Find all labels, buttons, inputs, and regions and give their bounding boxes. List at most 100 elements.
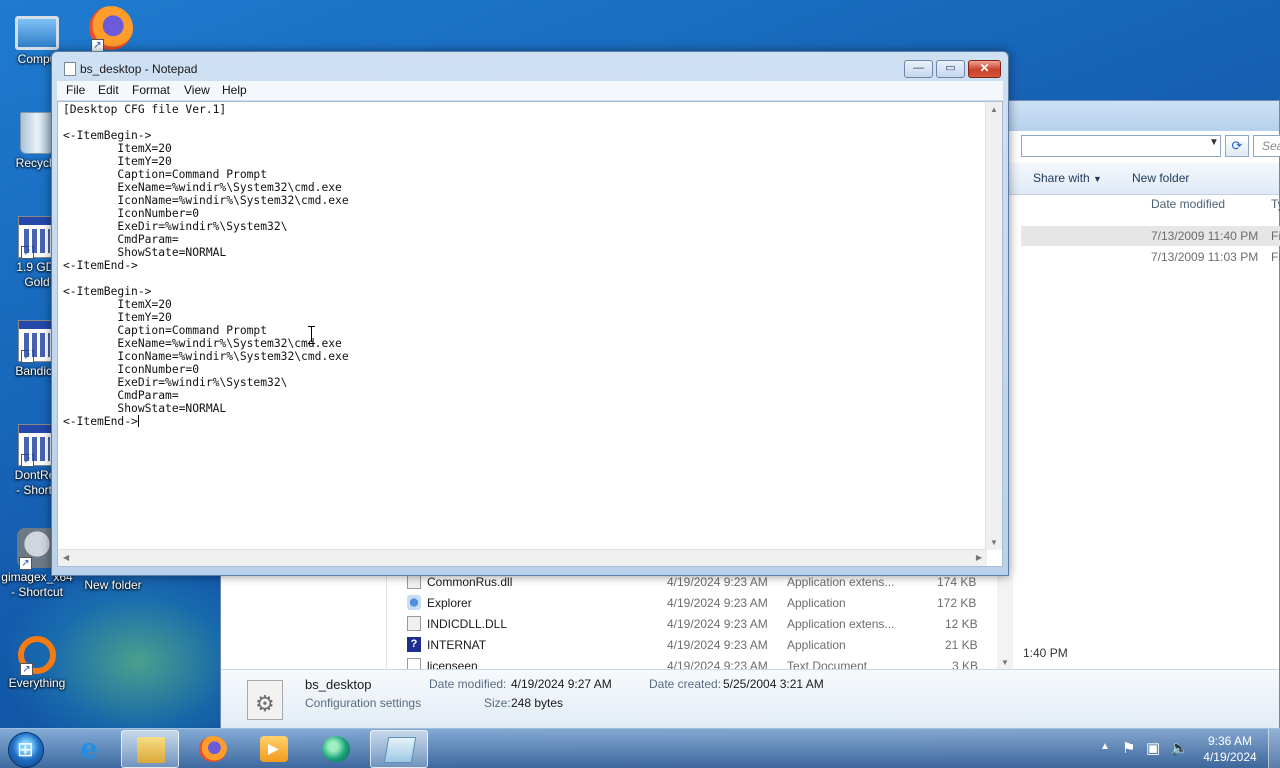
notepad-icon bbox=[64, 62, 76, 76]
taskbar-windows-explorer[interactable] bbox=[121, 730, 179, 768]
search-input[interactable]: Sea bbox=[1253, 135, 1280, 157]
firefox-icon: ↗ bbox=[89, 6, 133, 52]
taskbar-firefox[interactable] bbox=[184, 730, 242, 768]
text-editor[interactable]: [Desktop CFG file Ver.1] <-ItemBegin-> I… bbox=[57, 101, 1003, 567]
scroll-down-icon[interactable]: ▼ bbox=[1001, 658, 1009, 667]
taskbar-browser[interactable] bbox=[307, 730, 365, 768]
file-date: 7/13/2009 11:40 PM bbox=[1151, 229, 1259, 243]
start-button[interactable] bbox=[8, 732, 44, 768]
column-header-date-modified[interactable]: Date modified bbox=[1151, 197, 1225, 211]
globe-icon bbox=[322, 736, 350, 762]
show-hidden-icons-icon[interactable]: ▲ bbox=[1100, 741, 1110, 768]
file-row[interactable]: ? INTERNAT 4/19/2024 9:23 AM Application… bbox=[407, 635, 987, 655]
taskbar-media-player[interactable] bbox=[245, 730, 303, 768]
mouse-ibeam-cursor-icon bbox=[308, 326, 316, 344]
file-name: INDICDLL.DLL bbox=[427, 617, 508, 631]
scroll-right-icon[interactable]: ▶ bbox=[976, 553, 982, 562]
horizontal-scrollbar[interactable]: ◀ ▶ bbox=[58, 549, 987, 566]
details-modified-value: 4/19/2024 9:27 AM bbox=[511, 677, 612, 691]
shortcut-arrow-icon: ↗ bbox=[19, 557, 32, 570]
taskbar: e ▲ ⚑ ▣ 🔈 9:36 AM 4/19/2024 bbox=[0, 728, 1280, 768]
file-size: 172 KB bbox=[937, 596, 977, 610]
network-icon[interactable]: ▣ bbox=[1146, 739, 1160, 768]
close-button[interactable]: ✕ bbox=[968, 60, 1001, 78]
show-desktop-button[interactable] bbox=[1268, 729, 1280, 768]
text-caret bbox=[137, 415, 139, 427]
file-type: Text Document bbox=[787, 659, 868, 669]
file-type: Application extens... bbox=[787, 575, 895, 589]
file-row[interactable]: licenseen 4/19/2024 9:23 AM Text Documen… bbox=[407, 656, 987, 669]
dll-icon bbox=[407, 616, 421, 631]
address-bar[interactable] bbox=[1021, 135, 1221, 157]
desktop-icon-everything[interactable]: ↗ Everything bbox=[0, 632, 74, 691]
file-row[interactable]: INDICDLL.DLL 4/19/2024 9:23 AM Applicati… bbox=[407, 614, 987, 634]
menu-format[interactable]: Format bbox=[132, 83, 170, 97]
notepad-window[interactable]: bs_desktop - Notepad — ▭ ✕ File Edit For… bbox=[51, 51, 1009, 576]
computer-icon bbox=[15, 16, 59, 50]
system-clock[interactable]: 9:36 AM 4/19/2024 bbox=[1198, 733, 1262, 765]
file-type: Application bbox=[787, 638, 846, 652]
action-center-flag-icon[interactable]: ⚑ bbox=[1122, 739, 1135, 768]
minimize-button[interactable]: — bbox=[904, 60, 933, 78]
details-file-kind: Configuration settings bbox=[305, 696, 422, 710]
share-with-button[interactable]: Share with ▼ bbox=[1033, 171, 1102, 185]
chevron-down-icon: ▼ bbox=[1093, 174, 1102, 184]
text-file-icon bbox=[407, 658, 421, 669]
notepad-icon bbox=[383, 737, 417, 763]
refresh-icon[interactable]: ⟳ bbox=[1225, 135, 1249, 157]
file-row[interactable]: Explorer 4/19/2024 9:23 AM Application 1… bbox=[407, 593, 987, 613]
share-with-label: Share with bbox=[1033, 171, 1090, 185]
navigation-pane[interactable] bbox=[221, 575, 387, 669]
editor-content[interactable]: [Desktop CFG file Ver.1] <-ItemBegin-> I… bbox=[63, 103, 983, 551]
media-player-icon bbox=[260, 736, 288, 762]
shortcut-arrow-icon: ↗ bbox=[20, 663, 33, 676]
file-size: 174 KB bbox=[937, 575, 977, 589]
file-name: licenseen bbox=[427, 659, 478, 669]
file-name: CommonRus.dll bbox=[427, 575, 513, 589]
file-size: 21 KB bbox=[945, 638, 978, 652]
vertical-scrollbar[interactable]: ▲ ▼ bbox=[985, 102, 1002, 550]
dll-icon bbox=[407, 574, 421, 589]
file-date: 4/19/2024 9:23 AM bbox=[667, 638, 768, 652]
details-size-value: 248 bytes bbox=[511, 696, 564, 710]
recycle-bin-icon bbox=[20, 112, 54, 154]
shortcut-arrow-icon: ↗ bbox=[21, 454, 34, 467]
desktop-icon-firefox[interactable]: ↗ bbox=[74, 6, 148, 52]
firefox-icon bbox=[199, 736, 227, 762]
file-type: Application bbox=[787, 596, 846, 610]
scroll-down-icon[interactable]: ▼ bbox=[990, 538, 998, 547]
window-title: bs_desktop - Notepad bbox=[80, 62, 198, 76]
shortcut-arrow-icon: ↗ bbox=[21, 246, 34, 259]
everything-search-icon: ↗ bbox=[18, 636, 56, 676]
maximize-button[interactable]: ▭ bbox=[936, 60, 965, 78]
details-modified-label: Date modified: bbox=[429, 677, 507, 691]
shortcut-arrow-icon: ↗ bbox=[21, 350, 34, 363]
file-type: Fi bbox=[1271, 229, 1280, 243]
details-created-label: Date created: bbox=[649, 677, 722, 691]
volume-muted-icon[interactable]: 🔈 bbox=[1170, 739, 1189, 768]
column-header-type[interactable]: Ty bbox=[1271, 197, 1280, 211]
file-name: Explorer bbox=[427, 596, 472, 610]
desktop-icon-new-folder[interactable]: New folder bbox=[76, 578, 150, 593]
clock-date: 4/19/2024 bbox=[1203, 750, 1257, 764]
menu-help[interactable]: Help bbox=[222, 83, 247, 97]
file-list-scrollbar[interactable]: ▼ bbox=[997, 575, 1013, 669]
address-dropdown-icon[interactable]: ▼ bbox=[1209, 137, 1219, 148]
file-date: 4/19/2024 9:23 AM bbox=[667, 659, 768, 669]
taskbar-internet-explorer[interactable]: e bbox=[60, 730, 118, 768]
help-app-icon: ? bbox=[407, 637, 421, 652]
file-date: 4/19/2024 9:23 AM bbox=[667, 617, 768, 631]
menu-view[interactable]: View bbox=[184, 83, 210, 97]
scroll-up-icon[interactable]: ▲ bbox=[990, 105, 998, 114]
file-date: 4/19/2024 9:23 AM bbox=[667, 575, 768, 589]
new-folder-button[interactable]: New folder bbox=[1132, 171, 1189, 185]
file-date: 7/13/2009 11:03 PM bbox=[1151, 250, 1259, 264]
taskbar-notepad[interactable] bbox=[370, 730, 428, 768]
menu-file[interactable]: File bbox=[66, 83, 85, 97]
menu-edit[interactable]: Edit bbox=[98, 83, 119, 97]
application-icon bbox=[407, 595, 421, 610]
folder-icon bbox=[137, 737, 165, 763]
scroll-left-icon[interactable]: ◀ bbox=[63, 553, 69, 562]
desktop-icon-label: New folder bbox=[84, 578, 142, 592]
details-file-name: bs_desktop bbox=[305, 677, 372, 692]
